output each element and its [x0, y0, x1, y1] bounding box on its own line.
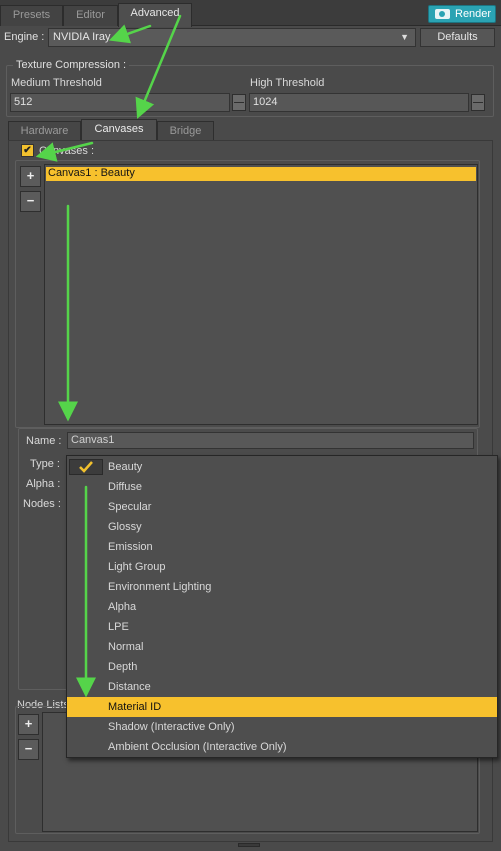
defaults-button[interactable]: Defaults	[420, 28, 495, 47]
check-icon	[69, 459, 103, 475]
dropdown-option-emission[interactable]: Emission	[67, 537, 497, 557]
name-label: Name :	[26, 435, 62, 447]
high-threshold-field[interactable]: 1024	[249, 93, 469, 112]
dropdown-option-lpe[interactable]: LPE	[67, 617, 497, 637]
dropdown-option-depth[interactable]: Depth	[67, 657, 497, 677]
add-canvas-button[interactable]: +	[20, 166, 41, 187]
render-button-label: Render	[455, 8, 492, 20]
list-item[interactable]: Canvas1 : Beauty	[46, 167, 476, 181]
dropdown-option-material-id[interactable]: Material ID	[67, 697, 497, 717]
dropdown-option-ambient-occlusion[interactable]: Ambient Occlusion (Interactive Only)	[67, 737, 497, 757]
texture-compression-title: Texture Compression :	[13, 59, 130, 71]
tab-hardware[interactable]: Hardware	[8, 121, 81, 141]
dropdown-option-environment-lighting[interactable]: Environment Lighting	[67, 577, 497, 597]
dropdown-option-shadow[interactable]: Shadow (Interactive Only)	[67, 717, 497, 737]
canvases-checkbox[interactable]: ✔	[21, 144, 34, 157]
dropdown-option-light-group[interactable]: Light Group	[67, 557, 497, 577]
dropdown-option-specular[interactable]: Specular	[67, 497, 497, 517]
tab-presets[interactable]: Presets	[0, 5, 63, 26]
chevron-down-icon: ▼	[400, 32, 409, 42]
high-threshold-label: High Threshold	[250, 77, 325, 89]
tab-advanced[interactable]: Advanced	[118, 3, 192, 27]
dropdown-option-alpha[interactable]: Alpha	[67, 597, 497, 617]
name-field[interactable]: Canvas1	[67, 432, 474, 449]
render-button[interactable]: Render	[428, 5, 496, 23]
dropdown-option-normal[interactable]: Normal	[67, 637, 497, 657]
dropdown-option-glossy[interactable]: Glossy	[67, 517, 497, 537]
canvases-checkbox-label: Canvases :	[39, 145, 95, 157]
type-label: Type :	[30, 458, 60, 470]
canvas-list[interactable]	[44, 164, 478, 425]
medium-threshold-slider[interactable]	[232, 94, 246, 111]
tab-bridge[interactable]: Bridge	[157, 121, 214, 141]
medium-threshold-field[interactable]: 512	[10, 93, 230, 112]
dropdown-option-distance[interactable]: Distance	[67, 677, 497, 697]
alpha-label: Alpha :	[26, 478, 61, 490]
tab-editor[interactable]: Editor	[63, 5, 118, 26]
resize-grip[interactable]	[238, 843, 260, 847]
engine-label: Engine :	[4, 31, 45, 43]
type-dropdown-popup[interactable]: Beauty Diffuse Specular Glossy Emission …	[66, 455, 498, 758]
tab-canvases[interactable]: Canvases	[81, 119, 157, 141]
add-node-list-button[interactable]: +	[18, 714, 39, 735]
camera-icon	[435, 9, 450, 19]
engine-select-value: NVIDIA Iray	[53, 31, 111, 43]
dropdown-option-beauty[interactable]: Beauty	[67, 457, 497, 477]
dropdown-option-label: Beauty	[108, 461, 143, 473]
high-threshold-slider[interactable]	[471, 94, 485, 111]
remove-node-list-button[interactable]: −	[18, 739, 39, 760]
dropdown-option-diffuse[interactable]: Diffuse	[67, 477, 497, 497]
remove-canvas-button[interactable]: −	[20, 191, 41, 212]
engine-select[interactable]: NVIDIA Iray ▼	[48, 28, 416, 47]
medium-threshold-label: Medium Threshold	[11, 77, 102, 89]
nodes-label: Nodes :	[23, 498, 61, 510]
